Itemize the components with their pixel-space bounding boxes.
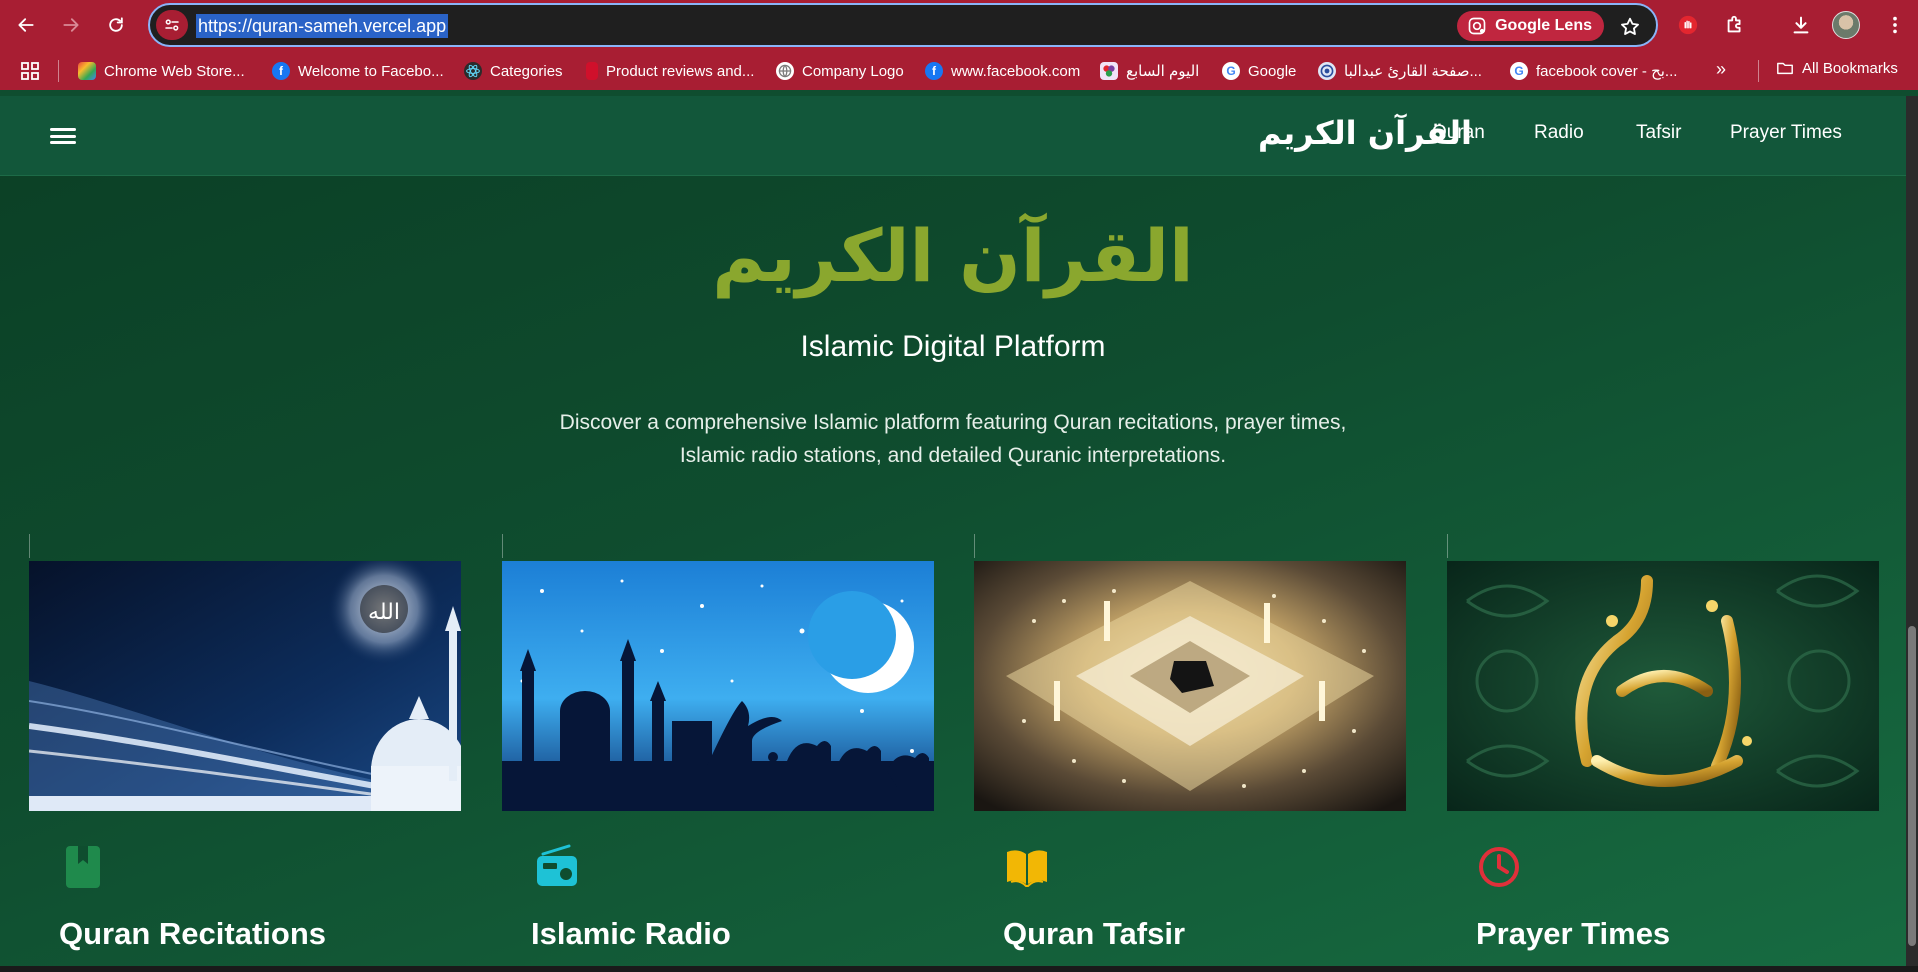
bookmark-facebook-welcome[interactable]: f Welcome to Facebo... [272,59,444,83]
profile-avatar[interactable] [1832,11,1860,39]
card-title-prayer-times[interactable]: Prayer Times [1476,916,1670,952]
google-icon: G [1222,62,1240,80]
card-divider [974,534,975,558]
bookmark-facebook[interactable]: f www.facebook.com [925,59,1080,83]
bookmark-quran-reader[interactable]: صفحة القارئ عبدالبا... [1318,59,1482,83]
site-header: القرآن الكريم Quran Radio Tafsir Prayer … [0,96,1906,176]
google-lens-icon [1468,17,1486,35]
menu-hamburger-icon[interactable] [50,124,76,148]
extension-stop-icon[interactable] [1673,10,1703,40]
bookmark-label: صفحة القارئ عبدالبا... [1344,63,1482,80]
card-image-golden-calligraphy[interactable] [1447,561,1879,811]
bookmark-label: اليوم السابع [1126,63,1200,80]
card-divider [1447,534,1448,558]
more-bookmarks-icon[interactable]: » [1716,59,1726,80]
bookmark-label: Categories [490,62,563,80]
bookmark-label: Chrome Web Store... [104,62,245,80]
scrollbar-thumb[interactable] [1908,626,1916,946]
bookmark-star-icon[interactable] [1616,13,1644,41]
open-book-icon [1007,850,1047,887]
bookmark-label: facebook cover - بح... [1536,63,1678,80]
facebook-icon: f [272,62,290,80]
hero-title: القرآن الكريم [712,214,1194,298]
page-scrollbar[interactable] [1906,96,1918,966]
quran-site-icon [1318,62,1336,80]
more-menu-icon[interactable] [1880,10,1910,40]
extensions-puzzle-icon[interactable] [1720,10,1750,40]
bookmarks-bar: Chrome Web Store... f Welcome to Facebo.… [0,50,1918,90]
url-text[interactable]: https://quran-sameh.vercel.app [196,14,449,38]
bookmarks-divider [58,60,59,82]
bookmark-google[interactable]: G Google [1222,59,1296,83]
reload-icon[interactable] [99,8,133,42]
window-bottom-edge [0,966,1918,972]
radio-icon [537,844,577,886]
site-info-icon[interactable] [156,10,188,40]
google-icon: G [1510,62,1528,80]
page-content: القرآن الكريم Quran Radio Tafsir Prayer … [0,96,1906,966]
facebook-icon: f [925,62,943,80]
youm7-icon [1100,62,1118,80]
bookmark-label: Google [1248,62,1297,80]
bookmark-label: Company Logo [802,62,904,80]
hero-description: Discover a comprehensive Islamic platfor… [559,411,1347,467]
hero-subtitle: Islamic Digital Platform [800,330,1106,363]
clock-icon [1479,847,1519,887]
chrome-web-store-icon [78,62,96,80]
bookmark-product-reviews[interactable]: Product reviews and... [586,59,754,83]
back-icon[interactable] [9,8,43,42]
google-lens-button[interactable]: Google Lens [1457,11,1604,41]
download-icon[interactable] [1786,10,1816,40]
card-title-quran-recitations[interactable]: Quran Recitations [59,916,326,952]
react-icon [464,62,482,80]
nav-quran[interactable]: Quran [1432,122,1485,144]
card-divider [29,534,30,558]
card-title-islamic-radio[interactable]: Islamic Radio [531,916,731,952]
bookmark-youm7[interactable]: اليوم السابع [1100,59,1199,83]
globe-icon [776,62,794,80]
bookmark-label: www.facebook.com [951,62,1081,80]
nav-tafsir[interactable]: Tafsir [1636,122,1681,144]
address-bar[interactable]: https://quran-sameh.vercel.app Google Le… [148,3,1658,47]
bookmark-label: Product reviews and... [606,62,755,80]
bookmark-categories[interactable]: Categories [464,59,563,83]
card-image-kaaba[interactable] [974,561,1406,811]
bookmark-chrome-web-store[interactable]: Chrome Web Store... [78,59,245,83]
bookmark-facebook-cover[interactable]: G facebook cover - بح... [1510,59,1677,83]
card-title-quran-tafsir[interactable]: Quran Tafsir [1003,916,1185,952]
svg-text:الله: الله [368,600,400,625]
book-icon [66,846,100,888]
all-bookmarks-button[interactable]: All Bookmarks [1776,59,1898,77]
card-image-mosque[interactable]: الله [29,561,461,811]
product-reviews-icon [586,62,598,80]
nav-radio[interactable]: Radio [1534,122,1584,144]
card-divider [502,534,503,558]
folder-icon [1777,62,1793,75]
browser-toolbar: https://quran-sameh.vercel.app Google Le… [0,0,1918,50]
nav-prayer-times[interactable]: Prayer Times [1730,122,1842,144]
card-image-crescent-night[interactable] [502,561,934,811]
all-bookmarks-label: All Bookmarks [1802,59,1898,77]
forward-icon[interactable] [54,8,88,42]
apps-grid-icon[interactable] [20,61,40,81]
bookmarks-divider [1758,60,1759,82]
google-lens-label: Google Lens [1495,17,1592,34]
bookmark-label: Welcome to Facebo... [298,62,444,80]
bookmark-company-logo[interactable]: Company Logo [776,59,904,83]
